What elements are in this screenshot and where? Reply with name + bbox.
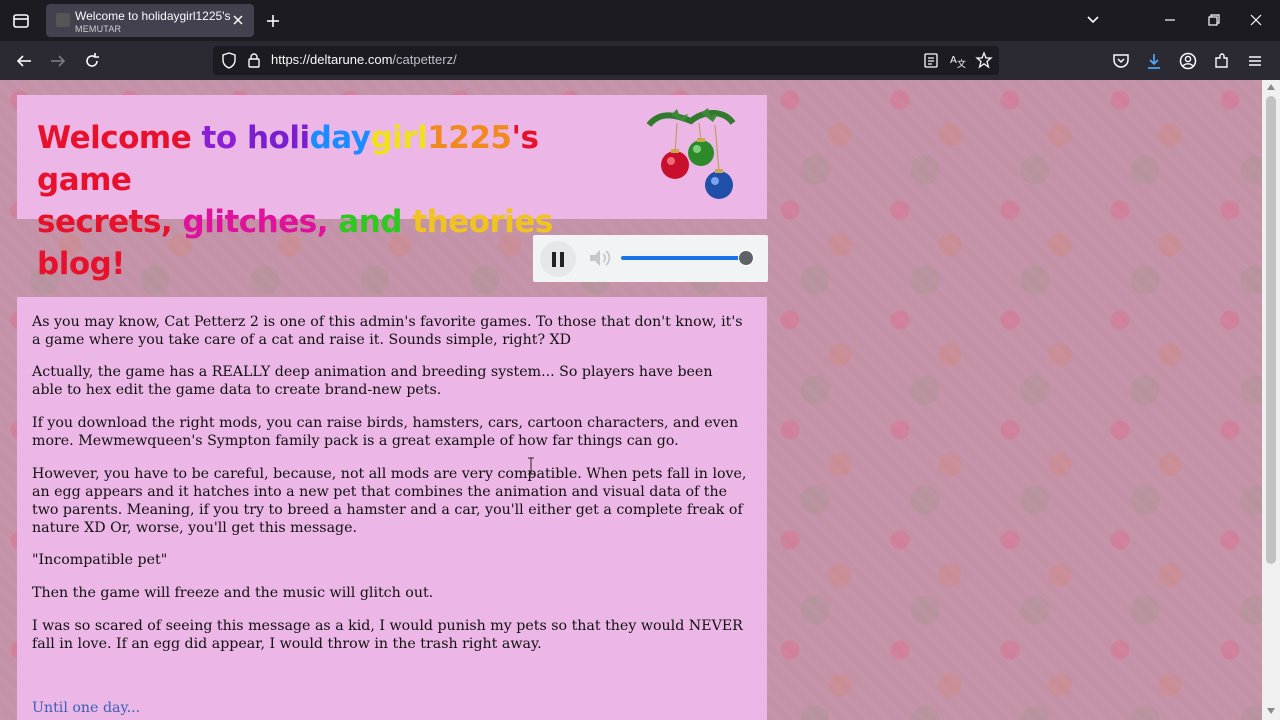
menu-icon[interactable] — [1245, 51, 1265, 71]
post-paragraph: I was so scared of seeing this message a… — [32, 618, 743, 652]
tab-title: Welcome to holidaygirl1225's game secret… — [75, 9, 231, 23]
svg-text:A: A — [950, 55, 957, 66]
address-bar[interactable]: https://deltarune.com/catpetterz/ A 文 — [213, 46, 999, 75]
page-favicon-icon — [56, 13, 70, 27]
close-tab-icon[interactable] — [231, 13, 245, 27]
scroll-up-arrow-icon[interactable] — [1267, 84, 1275, 90]
blog-post: As you may know, Cat Petterz 2 is one of… — [17, 297, 767, 720]
title-segment: secrets, — [37, 204, 183, 240]
tab-strip: Welcome to holidaygirl1225's game secret… — [0, 0, 1280, 41]
title-segment: blog! — [37, 246, 125, 282]
extensions-icon[interactable] — [1212, 51, 1232, 71]
title-segment: and — [338, 204, 413, 240]
restore-icon[interactable] — [1200, 8, 1226, 32]
account-icon[interactable] — [1178, 51, 1198, 71]
post-paragraph: Then the game will freeze and the music … — [32, 585, 434, 601]
page-viewport: Welcome to holidaygirl1225's game secrets… — [0, 80, 1262, 720]
christmas-ornaments-icon — [646, 108, 736, 199]
pause-icon-bar — [560, 252, 564, 267]
title-segment: Welcome — [37, 120, 202, 156]
reader-view-icon[interactable] — [923, 52, 939, 69]
bookmark-star-icon[interactable] — [975, 51, 993, 69]
lock-icon[interactable] — [247, 52, 261, 69]
list-all-tabs-icon[interactable] — [1083, 10, 1103, 30]
title-segment: girl — [370, 120, 428, 156]
post-paragraph: Actually, the game has a REALLY deep ani… — [32, 364, 713, 398]
until-one-day-link[interactable]: Until one day... — [32, 700, 140, 716]
url-text[interactable]: https://deltarune.com/catpetterz/ — [271, 52, 457, 67]
back-icon[interactable] — [14, 51, 34, 71]
navigation-toolbar: https://deltarune.com/catpetterz/ A 文 — [0, 41, 1280, 80]
close-window-icon[interactable] — [1243, 8, 1269, 32]
url-path: /catpetterz/ — [392, 52, 457, 67]
reload-icon[interactable] — [82, 51, 102, 71]
volume-slider-track[interactable] — [621, 256, 747, 260]
firefox-view-icon[interactable] — [8, 8, 34, 34]
pocket-icon[interactable] — [1111, 51, 1131, 71]
post-paragraph: As you may know, Cat Petterz 2 is one of… — [32, 314, 743, 348]
title-segment: to — [201, 120, 247, 156]
url-host: https://deltarune.com — [271, 52, 393, 67]
tab-subtitle: MEMUTAR — [75, 24, 122, 34]
mouse-cursor-icon — [528, 457, 534, 475]
forward-icon[interactable] — [48, 51, 68, 71]
blog-header: Welcome to holidaygirl1225's game secrets… — [17, 95, 767, 282]
svg-text:文: 文 — [957, 58, 966, 69]
translate-icon[interactable]: A 文 — [949, 52, 967, 69]
minimize-icon[interactable] — [1157, 8, 1183, 32]
volume-icon[interactable] — [587, 247, 613, 269]
title-segment: glitches, — [182, 204, 339, 240]
title-segment: day — [309, 120, 371, 156]
title-segment: holi — [246, 120, 310, 156]
scroll-down-arrow-icon[interactable] — [1267, 708, 1275, 714]
pause-icon — [552, 252, 556, 267]
page-scrollbar[interactable] — [1262, 80, 1280, 720]
active-tab[interactable]: Welcome to holidaygirl1225's game secret… — [46, 4, 254, 37]
new-tab-icon[interactable] — [262, 10, 284, 32]
tracking-protection-shield-icon[interactable] — [221, 52, 237, 69]
title-segment: 1225 — [427, 120, 512, 156]
scrollbar-thumb[interactable] — [1266, 96, 1276, 564]
volume-slider-thumb[interactable] — [738, 250, 754, 266]
downloads-icon[interactable] — [1144, 51, 1164, 71]
pause-button[interactable] — [540, 241, 576, 277]
title-segment: theories — [412, 204, 553, 240]
post-paragraph: If you download the right mods, you can … — [32, 415, 739, 449]
post-paragraph: "Incompatible pet" — [32, 552, 168, 568]
post-paragraph: However, you have to be careful, because… — [32, 466, 747, 536]
audio-player — [533, 235, 768, 282]
